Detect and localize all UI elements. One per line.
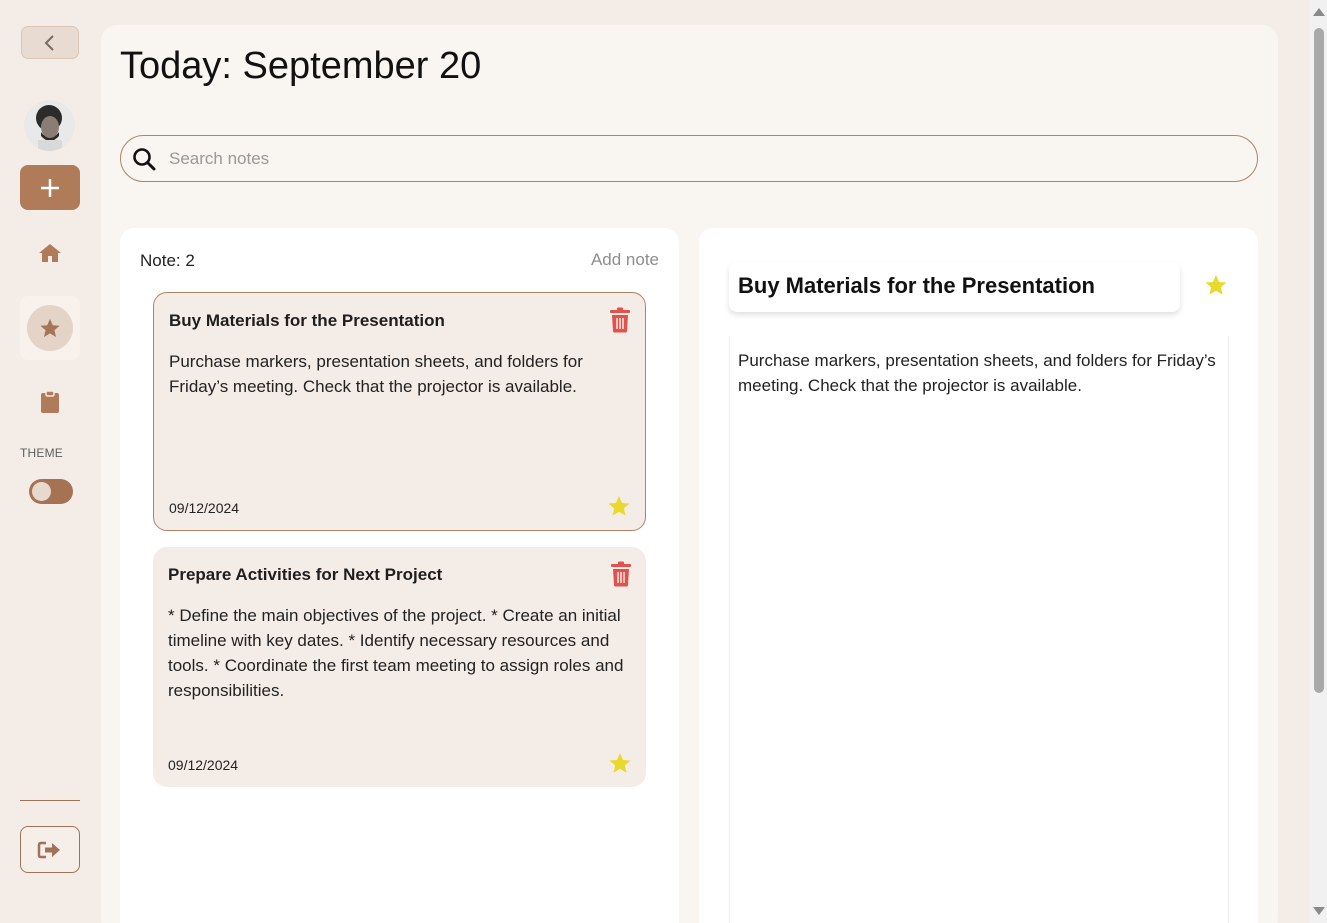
trash-icon[interactable] (609, 307, 631, 333)
notes-app: THEME Today: September 20 Note: (0, 0, 1327, 923)
user-avatar-image (24, 100, 75, 151)
search-icon (132, 147, 156, 171)
new-note-button[interactable] (20, 165, 80, 210)
scrollbar-thumb[interactable] (1314, 28, 1324, 693)
note-card[interactable]: Prepare Activities for Next Project * De… (153, 547, 646, 787)
sidebar-divider (20, 800, 80, 801)
page-title: Today: September 20 (120, 45, 482, 87)
nav-favorites[interactable] (20, 296, 80, 360)
star-icon[interactable] (608, 751, 632, 775)
plus-icon (41, 178, 59, 197)
scroll-down-arrow-icon[interactable] (1313, 907, 1325, 915)
search-bar[interactable] (120, 135, 1258, 182)
notes-list-panel: Note: 2 Add note Buy Materials for the P… (120, 228, 679, 923)
note-title-field[interactable]: Buy Materials for the Presentation (729, 262, 1180, 312)
theme-toggle[interactable] (29, 479, 73, 504)
note-card-title: Buy Materials for the Presentation (169, 311, 445, 330)
star-icon[interactable] (1204, 273, 1228, 297)
scroll-up-arrow-icon[interactable] (1313, 8, 1325, 16)
star-icon[interactable] (607, 494, 631, 518)
nav-home[interactable] (20, 221, 80, 285)
avatar[interactable] (24, 100, 75, 151)
trash-icon[interactable] (610, 561, 632, 587)
note-body-editor[interactable]: Purchase markers, presentation sheets, a… (729, 336, 1229, 923)
logout-icon (37, 841, 60, 858)
theme-label: THEME (20, 446, 63, 460)
chevron-left-icon (44, 34, 54, 51)
home-icon (39, 244, 61, 262)
note-card-body: Purchase markers, presentation sheets, a… (169, 352, 583, 396)
add-note-button[interactable]: Add note (591, 250, 659, 270)
main-content: Today: September 20 Note: 2 Add note Buy… (101, 25, 1278, 923)
note-count: Note: 2 (140, 251, 195, 270)
page-scrollbar[interactable] (1310, 0, 1327, 923)
logout-button[interactable] (20, 826, 80, 873)
note-card-body: * Define the main objectives of the proj… (168, 606, 624, 700)
note-detail-panel: Buy Materials for the Presentation Purch… (699, 228, 1258, 923)
note-card-title: Prepare Activities for Next Project (168, 565, 443, 584)
note-card-date: 09/12/2024 (169, 500, 240, 516)
nav-favorites-highlight (27, 305, 73, 351)
star-icon (40, 318, 60, 337)
sidebar: THEME (0, 0, 100, 923)
note-detail-title: Buy Materials for the Presentation (738, 273, 1095, 298)
theme-toggle-knob (32, 482, 51, 501)
note-card-date: 09/12/2024 (168, 757, 239, 773)
search-input[interactable] (169, 148, 1219, 169)
clipboard-icon (41, 390, 59, 413)
nav-tasks[interactable] (20, 370, 80, 434)
note-card[interactable]: Buy Materials for the Presentation Purch… (153, 292, 646, 531)
collapse-sidebar-button[interactable] (21, 26, 79, 59)
